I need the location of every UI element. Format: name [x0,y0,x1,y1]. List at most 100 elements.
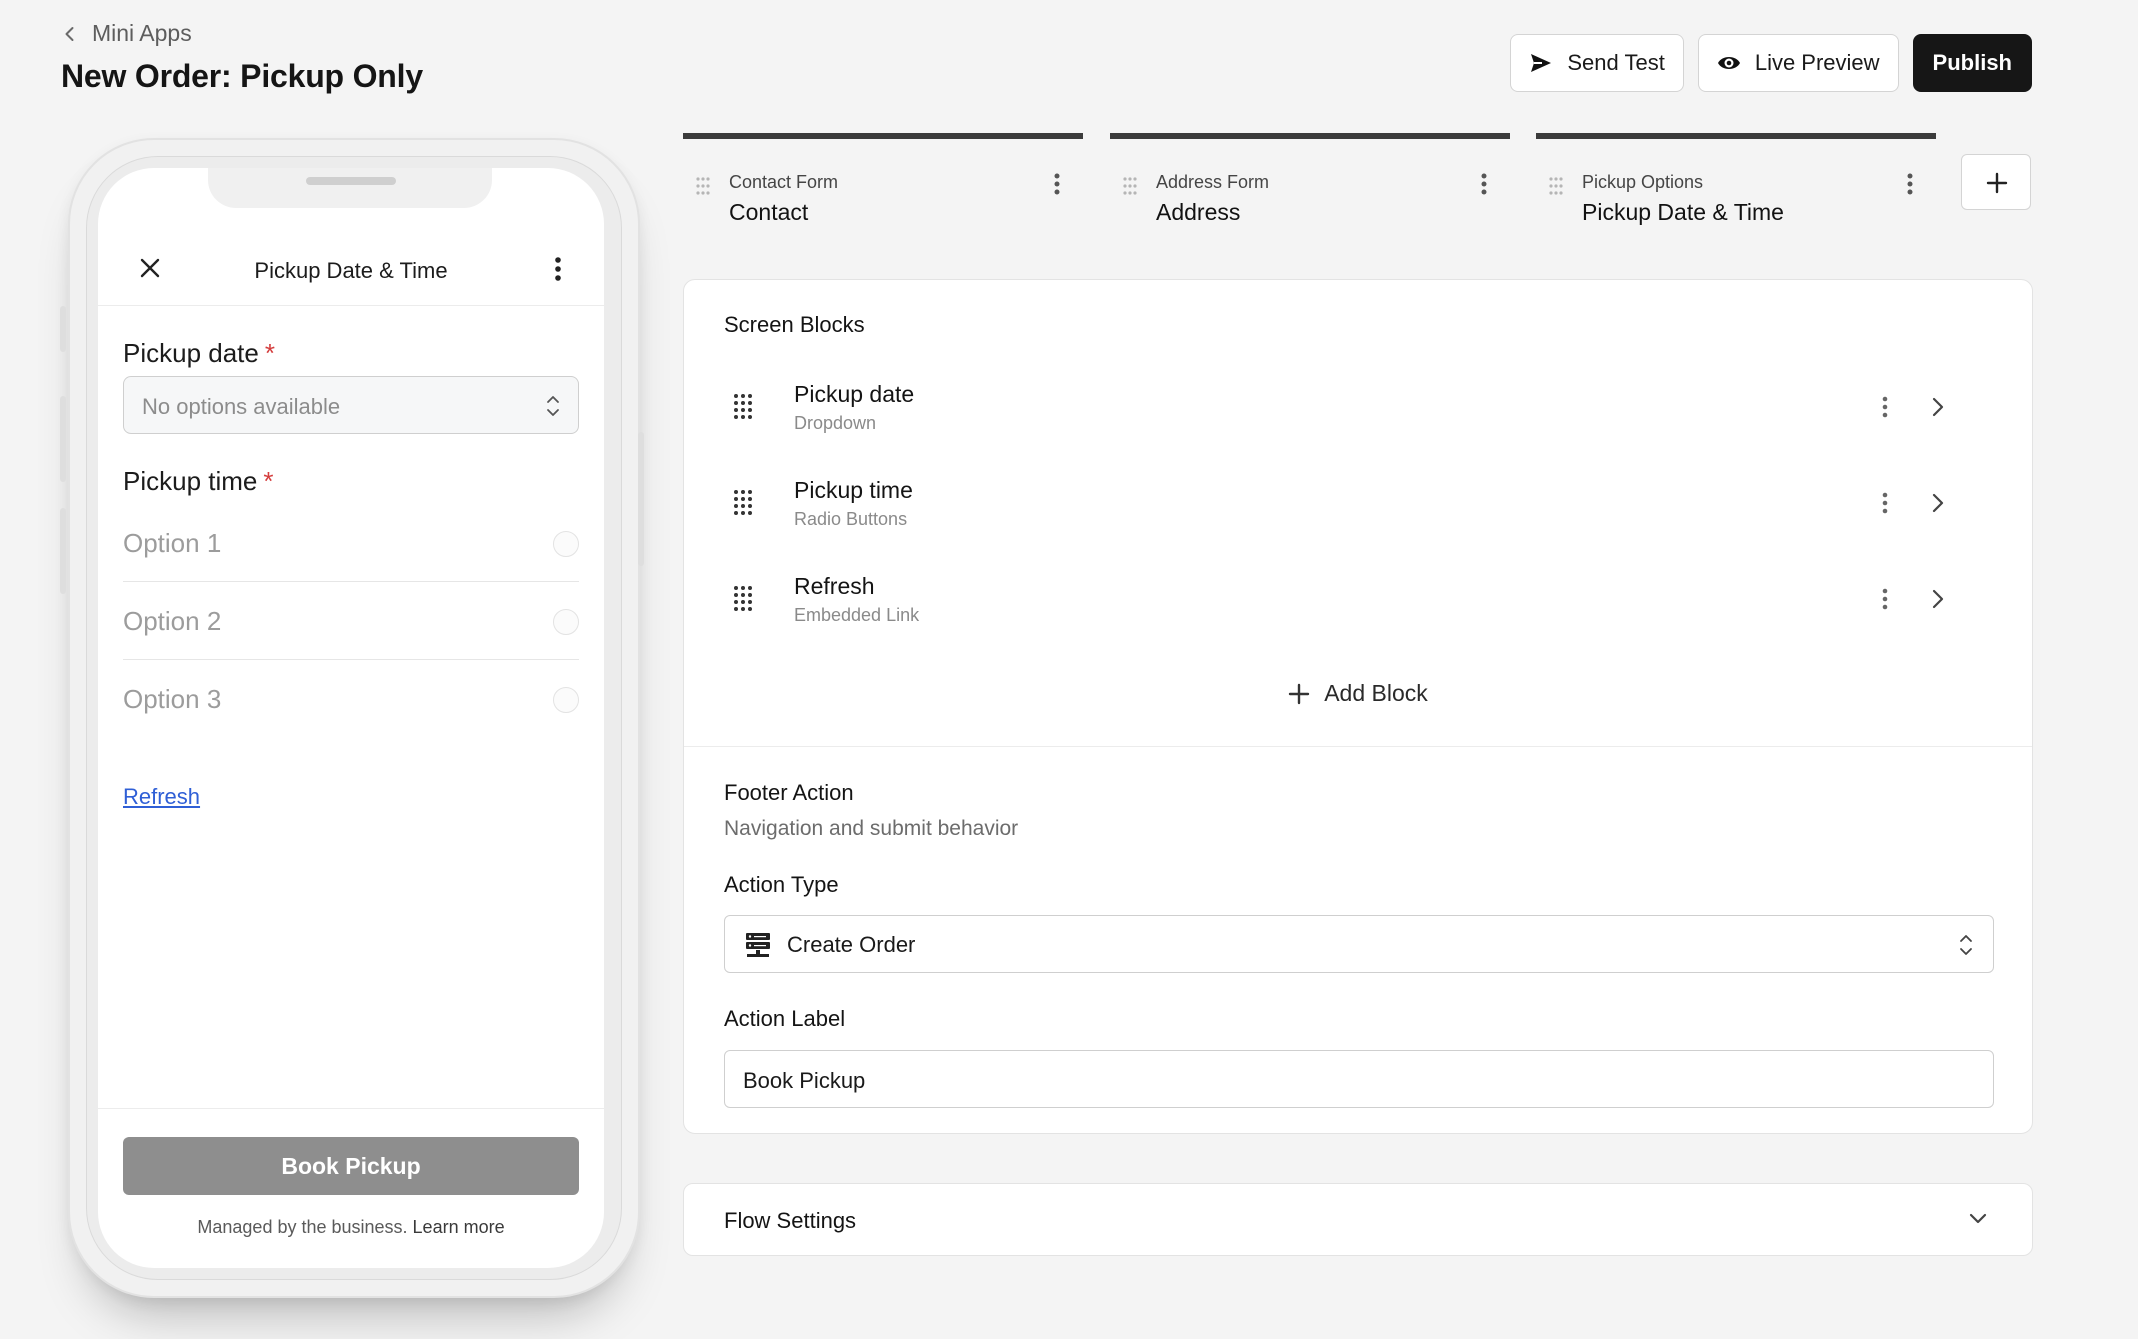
managed-text: Managed by the business. [197,1217,408,1237]
book-pickup-button[interactable]: Book Pickup [123,1137,579,1195]
screen-tab-address[interactable]: Address Form Address [1110,133,1510,225]
kebab-icon[interactable] [1480,172,1488,196]
radio-circle[interactable] [553,609,579,635]
action-type-label: Action Type [724,872,839,897]
block-name: Pickup date [794,381,915,407]
phone-notch [208,168,492,208]
footer-action-title: Footer Action [724,780,854,805]
section-divider [684,746,2032,747]
screen-tab-pickup-options[interactable]: Pickup Options Pickup Date & Time [1536,133,1936,225]
action-type-value: Create Order [787,932,916,957]
flow-settings-label: Flow Settings [724,1208,857,1233]
screen-tab-name: Pickup Date & Time [1582,199,1784,225]
refresh-link[interactable]: Refresh [123,784,200,810]
phone-footer: Book Pickup Managed by the business. Lea… [98,1108,604,1268]
radio-option-label: Option 3 [123,684,222,714]
chevron-right-icon[interactable] [1931,396,1945,418]
send-icon [1531,54,1552,72]
kebab-icon[interactable] [1906,172,1914,196]
phone-side-button [60,396,66,482]
kebab-icon[interactable] [1881,587,1889,611]
screen-tab-name: Address [1156,199,1241,225]
chevron-left-icon [65,26,74,41]
kebab-icon[interactable] [1881,395,1889,419]
phone-screen-header: Pickup Date & Time [98,236,604,306]
learn-more-link[interactable]: Learn more [413,1217,505,1237]
block-name: Refresh [794,573,875,599]
radio-circle[interactable] [553,687,579,713]
plus-icon [1289,683,1310,704]
send-test-button[interactable]: Send Test [1510,34,1684,92]
radio-option[interactable]: Option 2 [123,582,579,660]
footer-action-subtitle: Navigation and submit behavior [724,817,1019,840]
radio-option-label: Option 1 [123,528,222,558]
screen-blocks-title: Screen Blocks [724,312,865,337]
drag-handle-icon[interactable] [733,489,753,515]
kebab-icon[interactable] [1053,172,1061,196]
add-block-button[interactable]: Add Block [684,680,2032,707]
publish-label: Publish [1932,50,2012,75]
send-test-label: Send Test [1567,50,1665,75]
chevron-down-icon [1969,1213,1987,1224]
pickup-date-label-text: Pickup date [123,338,259,368]
back-link[interactable]: Mini Apps [62,20,192,47]
header-actions: Send Test Live Preview Publish [1510,34,2032,92]
pickup-date-dropdown[interactable]: No options available [123,376,579,434]
block-type: Dropdown [794,413,877,433]
eye-icon [1717,57,1740,69]
screen-tab-name: Contact [729,199,809,225]
add-screen-button[interactable] [1961,154,2031,210]
phone-side-button [60,306,66,352]
phone-screen: Pickup Date & Time Pickup date * No optio… [98,168,604,1268]
kebab-icon[interactable] [554,256,562,282]
chevron-right-icon[interactable] [1931,492,1945,514]
pickup-time-label: Pickup time * [123,466,274,497]
screen-tab-type: Pickup Options [1582,172,1704,192]
screen-tab-type: Address Form [1156,172,1270,192]
plus-icon [1986,172,2008,194]
required-marker: * [263,466,274,496]
phone-side-button [638,432,644,566]
action-type-select[interactable]: Create Order [724,915,1994,973]
phone-screen-title: Pickup Date & Time [254,258,448,283]
radio-option[interactable]: Option 3 [123,660,579,738]
screen-tab-type: Contact Form [729,172,839,192]
publish-button[interactable]: Publish [1912,34,2032,92]
live-preview-button[interactable]: Live Preview [1697,34,1899,92]
pickup-date-placeholder: No options available [142,394,341,419]
radio-circle[interactable] [553,531,579,557]
notch-speaker [306,177,396,185]
block-row-pickup-date[interactable]: Pickup date Dropdown [724,371,1994,441]
managed-note: Managed by the business. Learn more [98,1217,604,1238]
radio-option[interactable]: Option 1 [123,504,579,582]
flow-settings-accordion[interactable]: Flow Settings [683,1183,2033,1256]
action-label-value: Book Pickup [743,1068,866,1093]
phone-side-button [60,508,66,594]
screen-tab-contact[interactable]: Contact Form Contact [683,133,1083,225]
drag-handle-icon[interactable] [1548,176,1564,196]
drag-handle-icon[interactable] [695,176,711,196]
page-title: New Order: Pickup Only [61,58,423,94]
server-icon [746,933,770,957]
live-preview-label: Live Preview [1754,50,1880,75]
drag-handle-icon[interactable] [733,393,753,419]
kebab-icon[interactable] [1881,491,1889,515]
drag-handle-icon[interactable] [733,585,753,611]
block-row-refresh[interactable]: Refresh Embedded Link [724,563,1994,633]
chevron-right-icon[interactable] [1931,588,1945,610]
back-link-label: Mini Apps [92,20,192,46]
block-name: Pickup time [794,477,913,503]
add-block-label: Add Block [1324,680,1428,706]
action-label-label: Action Label [724,1006,846,1031]
block-type: Embedded Link [794,605,920,625]
block-type: Radio Buttons [794,509,908,529]
required-marker: * [264,338,275,368]
chevron-updown-icon [547,396,559,416]
radio-option-label: Option 2 [123,606,222,636]
pickup-date-label: Pickup date * [123,338,275,369]
screen-editor-card: Screen Blocks Pickup date Dropdown Picku… [683,279,2033,1134]
drag-handle-icon[interactable] [1122,176,1138,196]
chevron-updown-icon [1960,935,1972,955]
action-label-input[interactable]: Book Pickup [724,1050,1994,1108]
block-row-pickup-time[interactable]: Pickup time Radio Buttons [724,467,1994,537]
